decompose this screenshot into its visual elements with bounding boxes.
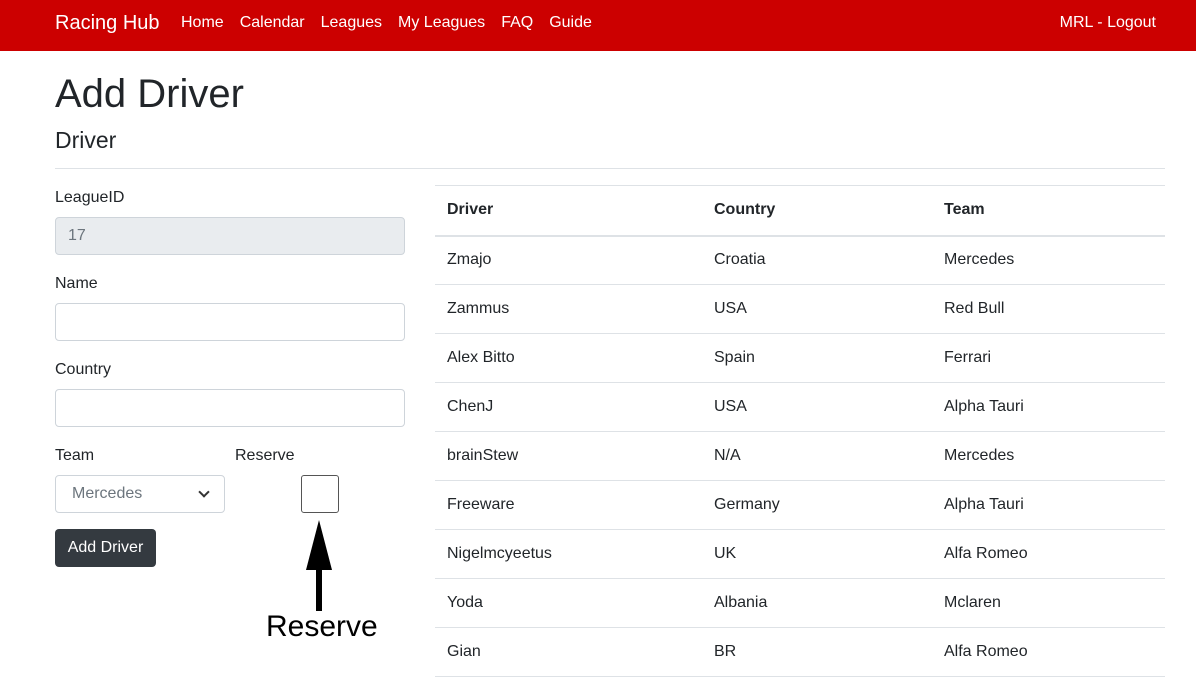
cell-team: Mercedes — [932, 431, 1165, 481]
table-row: Zammus USA Red Bull — [435, 284, 1165, 334]
cell-driver: Freeware — [435, 480, 702, 530]
annotation-text: Reserve — [266, 610, 378, 643]
cell-team: Mercedes — [932, 235, 1165, 285]
name-input[interactable] — [55, 303, 405, 341]
reserve-label: Reserve — [235, 447, 295, 464]
chevron-down-icon — [198, 486, 210, 498]
section-divider — [55, 168, 1165, 169]
nav-link-home[interactable]: Home — [181, 14, 224, 32]
league-id-input — [55, 217, 405, 255]
cell-driver: brainStew — [435, 431, 702, 481]
table-row: Nigelmcyeetus UK Alfa Romeo — [435, 529, 1165, 579]
table-row: Gian BR Alfa Romeo — [435, 627, 1165, 677]
nav-link-faq[interactable]: FAQ — [501, 14, 533, 32]
table-row: Zmajo Croatia Mercedes — [435, 235, 1165, 285]
cell-team: Alfa Romeo — [932, 627, 1165, 677]
table-row: brainStew N/A Mercedes — [435, 431, 1165, 481]
cell-driver: Zammus — [435, 284, 702, 334]
nav-link-guide[interactable]: Guide — [549, 14, 592, 32]
table-row: ChenJ USA Alpha Tauri — [435, 382, 1165, 432]
cell-driver: Yoda — [435, 578, 702, 628]
header-country: Country — [702, 185, 932, 237]
cell-driver: ChenJ — [435, 382, 702, 432]
table-row: Yoda Albania Mclaren — [435, 578, 1165, 628]
nav-links: Home Calendar Leagues My Leagues FAQ Gui… — [181, 14, 592, 32]
header-team: Team — [932, 185, 1165, 237]
cell-team: Red Bull — [932, 284, 1165, 334]
add-driver-button[interactable]: Add Driver — [55, 529, 156, 567]
top-navbar: Racing Hub Home Calendar Leagues My Leag… — [0, 0, 1196, 51]
cell-country: BR — [702, 627, 932, 677]
name-label: Name — [55, 275, 98, 292]
cell-driver: Nigelmcyeetus — [435, 529, 702, 579]
cell-country: UK — [702, 529, 932, 579]
section-title: Driver — [55, 127, 117, 153]
annotation-arrow-head — [306, 520, 332, 570]
cell-team: Alpha Tauri — [932, 480, 1165, 530]
table-row: Alex Bitto Spain Ferrari — [435, 333, 1165, 383]
team-select[interactable]: Mercedes — [55, 475, 225, 513]
table-row: Freeware Germany Alpha Tauri — [435, 480, 1165, 530]
cell-country: Spain — [702, 333, 932, 383]
cell-country: N/A — [702, 431, 932, 481]
annotation-arrow-shaft — [316, 565, 322, 611]
cell-team: Alfa Romeo — [932, 529, 1165, 579]
brand-link[interactable]: Racing Hub — [55, 12, 160, 35]
cell-country: Albania — [702, 578, 932, 628]
cell-driver: Gian — [435, 627, 702, 677]
reserve-checkbox[interactable] — [301, 475, 339, 513]
page-title: Add Driver — [55, 72, 244, 116]
nav-link-leagues[interactable]: Leagues — [321, 14, 382, 32]
league-id-label: LeagueID — [55, 189, 125, 206]
cell-driver: Alex Bitto — [435, 333, 702, 383]
country-label: Country — [55, 361, 112, 378]
country-input[interactable] — [55, 389, 405, 427]
cell-team: Mclaren — [932, 578, 1165, 628]
cell-team: Alpha Tauri — [932, 382, 1165, 432]
cell-country: USA — [702, 382, 932, 432]
cell-country: Croatia — [702, 235, 932, 285]
drivers-table: Driver Country Team Zmajo Croatia Merced… — [435, 185, 1165, 677]
team-select-value: Mercedes — [72, 485, 143, 502]
table-header-row: Driver Country Team — [435, 185, 1165, 237]
cell-country: USA — [702, 284, 932, 334]
cell-driver: Zmajo — [435, 235, 702, 285]
cell-country: Germany — [702, 480, 932, 530]
team-label: Team — [55, 447, 95, 464]
logout-link[interactable]: MRL - Logout — [1060, 14, 1156, 32]
cell-team: Ferrari — [932, 333, 1165, 383]
nav-link-calendar[interactable]: Calendar — [240, 14, 305, 32]
nav-link-my-leagues[interactable]: My Leagues — [398, 14, 485, 32]
header-driver: Driver — [435, 185, 702, 237]
